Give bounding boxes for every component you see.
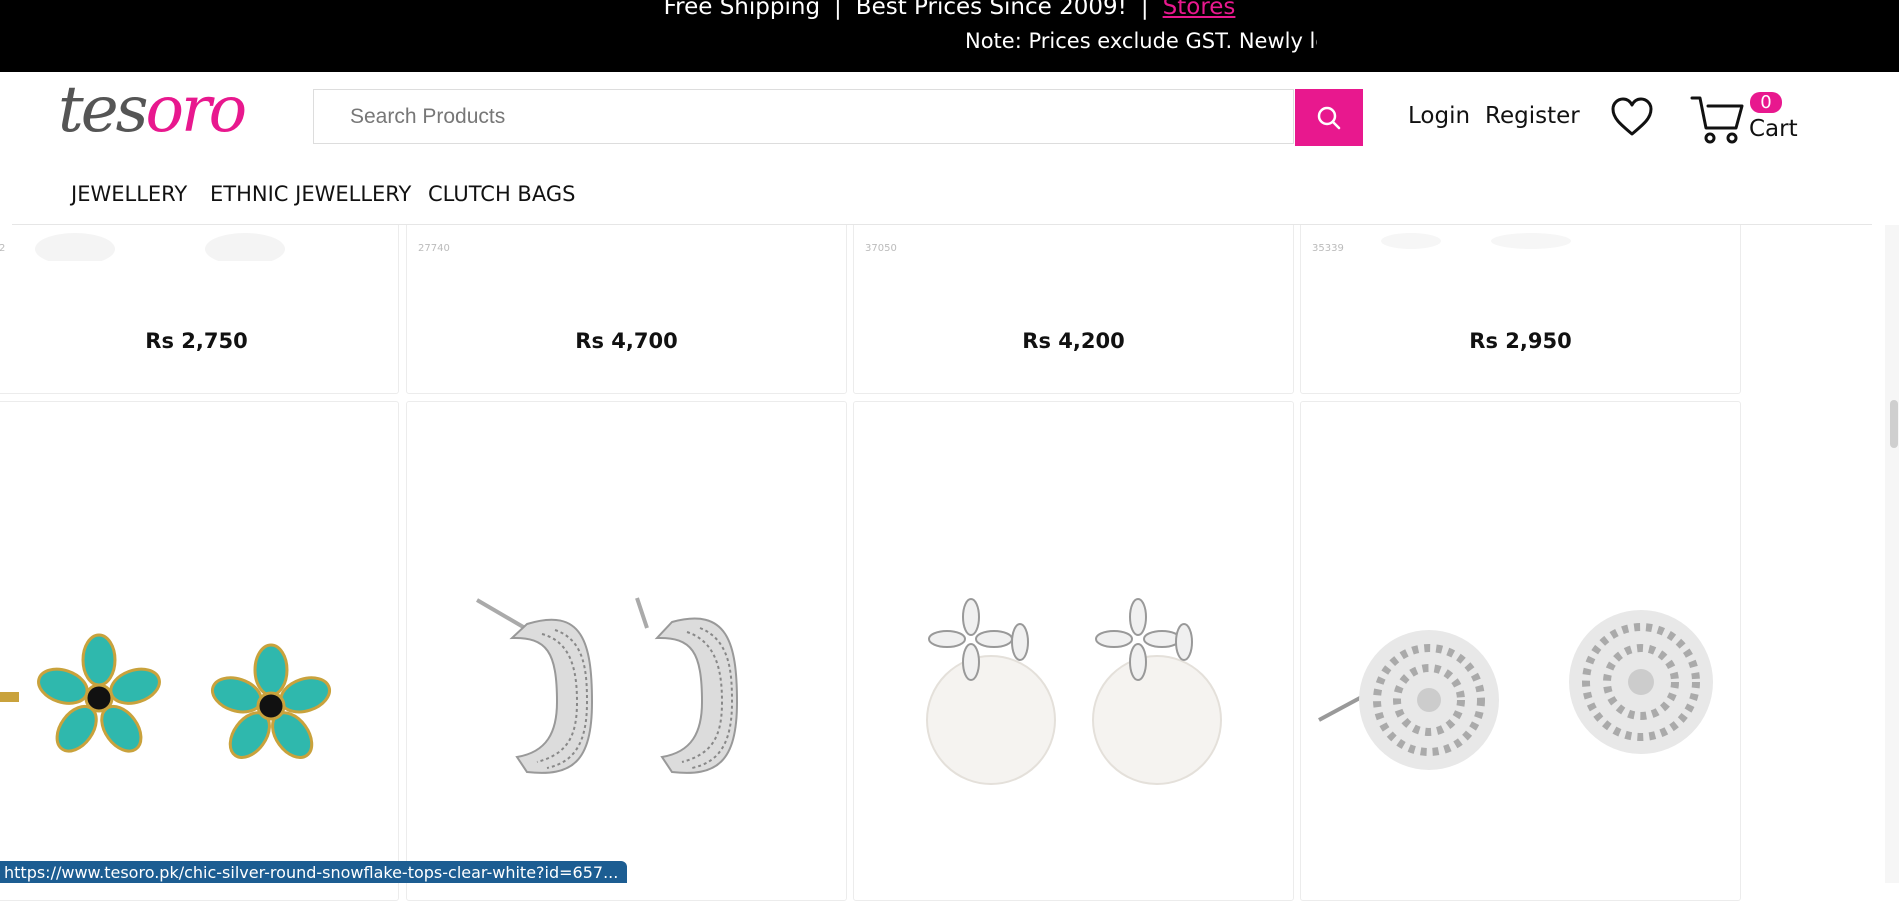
cart-count-badge: 0 bbox=[1750, 92, 1782, 113]
search-icon bbox=[1317, 106, 1341, 129]
search-box bbox=[313, 89, 1294, 144]
product-sku: 27740 bbox=[418, 243, 450, 254]
stores-link[interactable]: Stores bbox=[1163, 0, 1236, 20]
search-input[interactable] bbox=[314, 90, 1293, 143]
search-button[interactable] bbox=[1295, 89, 1363, 146]
snowflake-earrings-image bbox=[1318, 610, 1713, 770]
product-sku: 2 bbox=[0, 243, 5, 254]
announcement-bar: Free Shipping | Best Prices Since 2009! | St… bbox=[0, 0, 1899, 72]
gst-note-ticker: Note: Prices exclude GST. Newly lev bbox=[965, 29, 1317, 53]
register-link[interactable]: Register bbox=[1485, 103, 1580, 129]
product-price: Rs 2,750 bbox=[145, 329, 248, 353]
tesoro-logo[interactable]: tesoro bbox=[58, 78, 247, 142]
best-prices-text: Best Prices Since 2009! bbox=[855, 0, 1127, 20]
product-card[interactable] bbox=[853, 401, 1294, 901]
separator: | bbox=[834, 0, 842, 20]
product-card[interactable] bbox=[1300, 401, 1741, 901]
nav-ethnic-jewellery[interactable]: ETHNIC JEWELLERY bbox=[210, 182, 411, 206]
teal-flower-earrings-image bbox=[0, 633, 332, 759]
scrollbar-thumb[interactable] bbox=[1890, 400, 1898, 448]
product-price: Rs 2,950 bbox=[1469, 329, 1572, 353]
product-price: Rs 4,200 bbox=[1022, 329, 1125, 353]
cart-button[interactable] bbox=[1690, 94, 1746, 151]
separator: | bbox=[1140, 0, 1149, 20]
product-card[interactable]: 27740 Rs 4,700 bbox=[406, 200, 847, 394]
product-card[interactable]: 37050 Rs 4,200 bbox=[853, 200, 1294, 394]
silver-hoop-earrings-image bbox=[475, 597, 739, 774]
nav-clutch-bags[interactable]: CLUTCH BAGS bbox=[428, 182, 575, 206]
link-status-bar: https://www.tesoro.pk/chic-silver-round-… bbox=[0, 861, 627, 883]
product-card[interactable]: 35339 Rs 2,950 bbox=[1300, 200, 1741, 394]
product-card[interactable] bbox=[406, 401, 847, 901]
heart-icon bbox=[1611, 97, 1653, 136]
cart-icon bbox=[1690, 96, 1744, 144]
login-link[interactable]: Login bbox=[1408, 103, 1470, 129]
announcement-line: Free Shipping | Best Prices Since 2009! | St… bbox=[0, 0, 1899, 20]
logo-text-part2: oro bbox=[145, 73, 247, 147]
product-price: Rs 4,700 bbox=[575, 329, 678, 353]
header-divider bbox=[12, 224, 1872, 225]
product-sku: 37050 bbox=[865, 243, 897, 254]
product-card[interactable]: 2 Rs 2,750 bbox=[0, 200, 399, 394]
product-card[interactable] bbox=[0, 401, 399, 901]
pearl-earrings-image bbox=[926, 598, 1222, 785]
logo-text-part1: tes bbox=[58, 73, 148, 147]
free-shipping-text: Free Shipping bbox=[663, 0, 821, 20]
cart-label[interactable]: Cart bbox=[1749, 116, 1798, 142]
wishlist-button[interactable] bbox=[1610, 96, 1654, 143]
nav-jewellery[interactable]: JEWELLERY bbox=[71, 182, 187, 206]
product-sku: 35339 bbox=[1312, 243, 1344, 254]
